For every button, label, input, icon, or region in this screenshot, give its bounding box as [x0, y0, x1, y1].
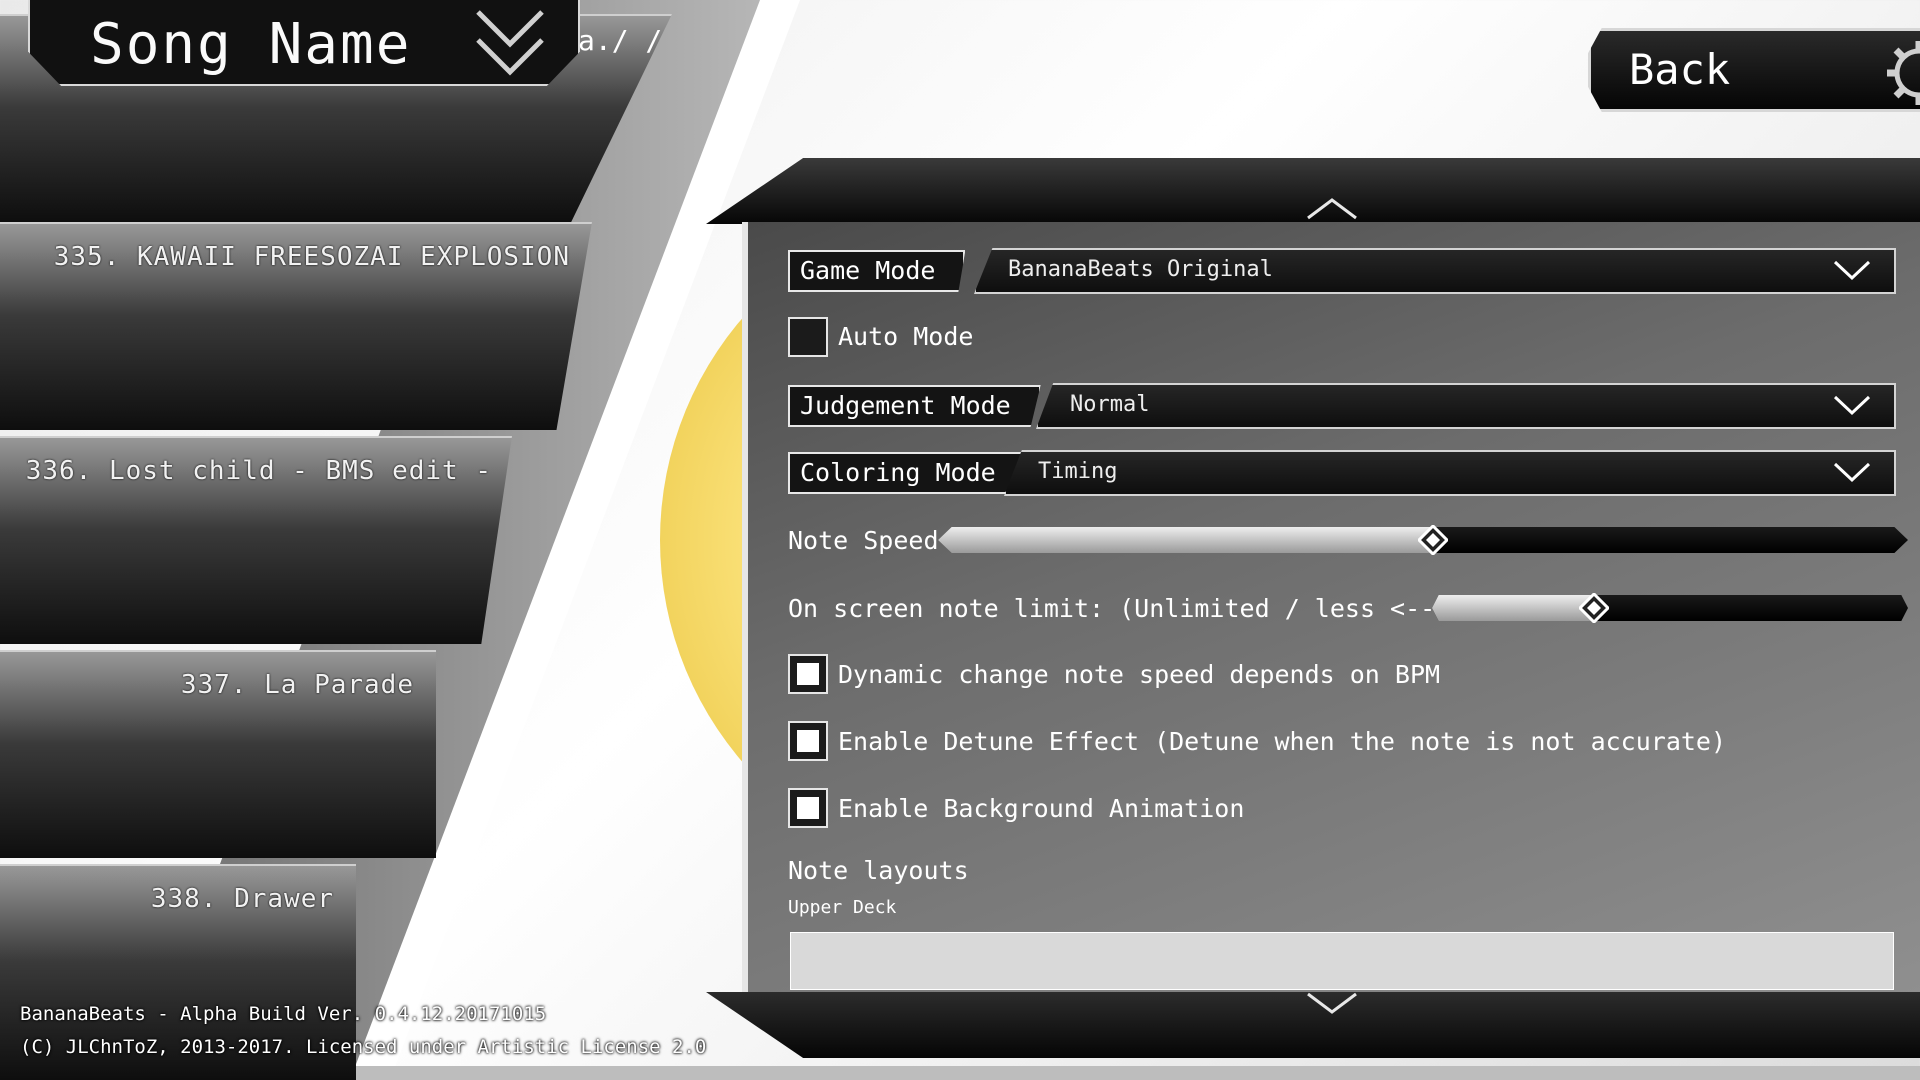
list-item[interactable]: 336. Lost child - BMS edit -: [0, 436, 512, 644]
upper-deck-bar[interactable]: [790, 932, 1894, 990]
back-button[interactable]: Back: [1588, 28, 1920, 112]
dynamic-speed-checkbox[interactable]: [788, 654, 828, 694]
song-title: 337. La Parade: [180, 670, 414, 700]
song-name-header[interactable]: Song Name: [28, 0, 580, 86]
slider-thumb-icon[interactable]: [1578, 593, 1609, 623]
detune-checkbox[interactable]: [788, 721, 828, 761]
header-partial-text: a./ /: [578, 24, 663, 57]
license-text: (C) JLChnToZ, 2013-2017. Licensed under …: [20, 1036, 707, 1058]
chevron-down-icon: [1833, 395, 1871, 416]
checkmark: [797, 797, 819, 819]
footer: BananaBeats - Alpha Build Ver. 0.4.12.20…: [20, 998, 706, 1064]
judgement-mode-dropdown[interactable]: Normal: [1036, 383, 1896, 429]
coloring-mode-label: Coloring Mode: [788, 452, 1026, 494]
checkmark: [797, 730, 819, 752]
list-item[interactable]: 335. KAWAII FREESOZAI EXPLOSION: [0, 222, 592, 430]
detune-label: Enable Detune Effect (Detune when the no…: [838, 727, 1727, 756]
song-title: 336. Lost child - BMS edit -: [25, 456, 492, 486]
coloring-mode-dropdown[interactable]: Timing: [1004, 450, 1896, 496]
version-text: BananaBeats - Alpha Build Ver. 0.4.12.20…: [20, 1003, 547, 1025]
bg-animation-label: Enable Background Animation: [838, 794, 1245, 823]
judgement-mode-value: Normal: [1070, 392, 1150, 417]
gear-icon: [1887, 41, 1920, 105]
song-title: 338. Drawer: [150, 884, 334, 914]
judgement-mode-label: Judgement Mode: [788, 385, 1041, 427]
chevron-up-icon[interactable]: [1304, 196, 1360, 222]
note-limit-label: On screen note limit: (Unlimited / less …: [788, 594, 1541, 623]
chevron-down-icon[interactable]: [1304, 990, 1360, 1016]
note-layouts-subtitle: Upper Deck: [788, 897, 897, 918]
auto-mode-checkbox[interactable]: [788, 317, 828, 357]
note-speed-label: Note Speed: [788, 526, 939, 555]
coloring-mode-value: Timing: [1038, 459, 1118, 484]
song-title: 335. KAWAII FREESOZAI EXPLOSION: [53, 242, 570, 272]
list-item[interactable]: 337. La Parade: [0, 650, 436, 858]
slider-fill: [1432, 595, 1594, 621]
chevron-down-icon[interactable]: [470, 4, 550, 84]
checkmark: [797, 663, 819, 685]
chevron-down-icon: [1833, 260, 1871, 281]
bg-animation-checkbox[interactable]: [788, 788, 828, 828]
game-mode-value: BananaBeats Original: [1008, 257, 1273, 282]
auto-mode-label: Auto Mode: [838, 322, 974, 351]
note-limit-slider[interactable]: [1432, 595, 1908, 621]
game-mode-dropdown[interactable]: BananaBeats Original: [974, 248, 1896, 294]
dynamic-speed-label: Dynamic change note speed depends on BPM: [838, 660, 1441, 689]
slider-thumb-icon[interactable]: [1417, 525, 1448, 555]
back-label: Back: [1629, 45, 1731, 94]
note-layouts-title: Note layouts: [788, 856, 969, 885]
slider-fill: [938, 527, 1433, 553]
chevron-down-icon: [1833, 462, 1871, 483]
song-name-title: Song Name: [90, 12, 412, 77]
game-mode-label: Game Mode: [788, 250, 966, 292]
